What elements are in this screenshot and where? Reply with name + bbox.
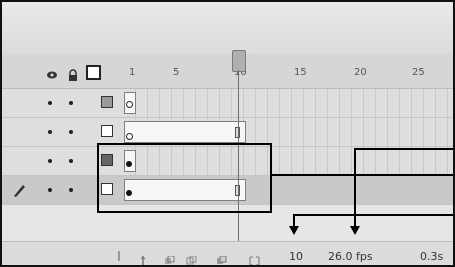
edit-multiple-frames-icon[interactable] xyxy=(216,251,227,264)
playhead-handle[interactable] xyxy=(232,50,246,72)
visibility-dot[interactable] xyxy=(48,188,52,192)
divider xyxy=(118,251,120,261)
timeline-header: 1 5 10 15 20 25 xyxy=(2,54,453,89)
lock-dot[interactable] xyxy=(69,159,73,163)
center-frame-icon[interactable] xyxy=(138,251,149,265)
ruler-tick: 15 xyxy=(294,67,307,78)
ruler-tick: 1 xyxy=(129,67,136,78)
timeline-panel: 1 5 10 15 20 25 10 26.0 fps 0.3s xyxy=(0,0,455,267)
callout-line xyxy=(293,214,453,216)
lock-dot[interactable] xyxy=(69,130,73,134)
layer-controls xyxy=(2,89,124,117)
eye-icon[interactable] xyxy=(46,66,58,79)
ruler-tick: 25 xyxy=(412,67,425,78)
frame-cells[interactable] xyxy=(124,89,453,117)
ruler-tick: 20 xyxy=(354,67,367,78)
current-frame: 10 xyxy=(289,250,303,263)
onion-skin-icon[interactable] xyxy=(164,251,175,264)
frame-rate: 26.0 fps xyxy=(328,250,373,263)
highlight-box xyxy=(97,143,272,213)
callout-line xyxy=(354,148,453,150)
callout-line xyxy=(272,174,453,176)
modify-onion-markers-icon[interactable] xyxy=(249,251,260,265)
outline-color-swatch[interactable] xyxy=(101,96,113,108)
lock-dot[interactable] xyxy=(69,188,73,192)
panel-titlebar xyxy=(2,2,453,55)
frame-span[interactable] xyxy=(124,121,246,143)
visibility-dot[interactable] xyxy=(48,130,52,134)
arrow-head xyxy=(289,226,299,235)
arrow-head xyxy=(350,226,360,235)
visibility-dot[interactable] xyxy=(48,159,52,163)
ruler-tick: 5 xyxy=(173,67,180,78)
layer-controls xyxy=(2,118,124,146)
callout-line xyxy=(293,214,295,226)
outline-color-swatch[interactable] xyxy=(101,125,113,137)
layer-row[interactable] xyxy=(2,89,453,118)
lock-icon[interactable] xyxy=(67,66,79,81)
timeline-statusbar: 10 26.0 fps 0.3s xyxy=(2,241,453,265)
elapsed-time: 0.3s xyxy=(420,250,444,263)
visibility-dot[interactable] xyxy=(48,101,52,105)
empty-keyframe[interactable] xyxy=(126,133,133,140)
onion-skin-outlines-icon[interactable] xyxy=(186,251,197,265)
lock-dot[interactable] xyxy=(69,101,73,105)
outline-icon[interactable] xyxy=(86,65,101,80)
empty-keyframe[interactable] xyxy=(126,101,133,108)
pencil-icon xyxy=(12,182,26,198)
